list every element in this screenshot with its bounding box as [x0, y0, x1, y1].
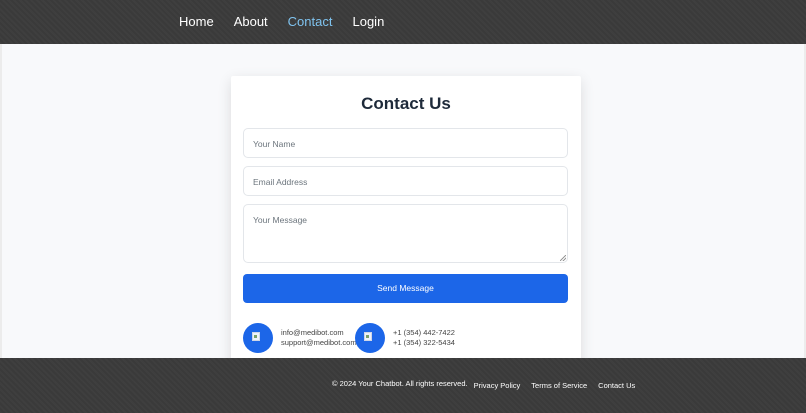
footer-contact-link[interactable]: Contact Us: [598, 381, 635, 390]
phone-image-icon: [364, 332, 372, 341]
copyright-text: © 2024 Your Chatbot. All rights reserved…: [332, 379, 468, 388]
email-lines: info@medibot.com support@medibot.com: [281, 328, 357, 348]
send-message-button[interactable]: Send Message: [243, 274, 568, 303]
nav-contact-link[interactable]: Contact: [288, 14, 333, 30]
page-title: Contact Us: [361, 94, 451, 113]
email-input[interactable]: Email Address: [243, 166, 568, 196]
main-nav: Home About Contact Login: [179, 14, 404, 30]
name-input[interactable]: Your Name: [243, 128, 568, 158]
page-body: Contact Us Your Name Email Address Your …: [2, 44, 804, 370]
message-placeholder: Your Message: [253, 215, 308, 225]
footer-privacy-link[interactable]: Privacy Policy: [474, 381, 521, 390]
site-footer: © 2024 Your Chatbot. All rights reserved…: [0, 358, 806, 413]
phone-circle-icon: [355, 323, 385, 353]
nav-about-link[interactable]: About: [234, 14, 268, 30]
email-circle-icon: [243, 323, 273, 353]
nav-login-link[interactable]: Login: [352, 14, 384, 30]
phone-line-2[interactable]: +1 (354) 322-5434: [393, 338, 455, 348]
message-textarea[interactable]: Your Message: [243, 204, 568, 263]
nav-home-link[interactable]: Home: [179, 14, 214, 30]
top-navbar: Home About Contact Login: [0, 0, 806, 44]
email-line-2[interactable]: support@medibot.com: [281, 338, 357, 348]
footer-row: © 2024 Your Chatbot. All rights reserved…: [332, 379, 646, 390]
email-image-icon: [252, 332, 260, 341]
phone-line-1[interactable]: +1 (354) 442-7422: [393, 328, 455, 338]
contact-card: Contact Us Your Name Email Address Your …: [231, 76, 581, 370]
resize-handle-icon[interactable]: [560, 255, 566, 261]
phone-lines: +1 (354) 442-7422 +1 (354) 322-5434: [393, 328, 455, 348]
footer-terms-link[interactable]: Terms of Service: [531, 381, 587, 390]
email-line-1[interactable]: info@medibot.com: [281, 328, 357, 338]
